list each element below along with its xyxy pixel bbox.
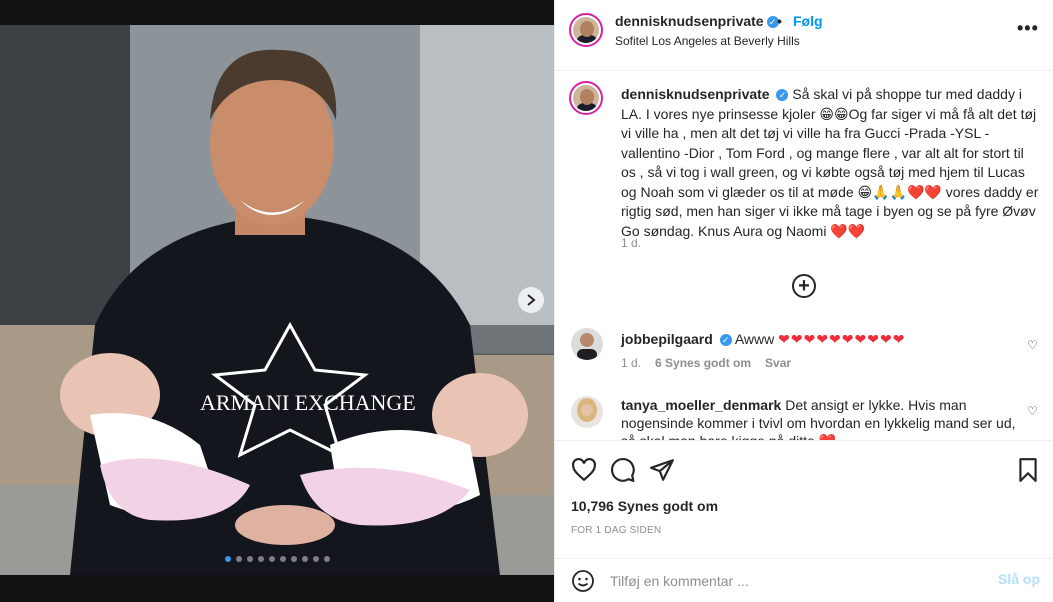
comment-time[interactable]: 1 d. bbox=[621, 356, 641, 370]
carousel-dot[interactable] bbox=[235, 556, 242, 562]
carousel-dot[interactable] bbox=[279, 556, 286, 562]
comment-bubble-icon[interactable] bbox=[610, 457, 636, 483]
next-photo-button[interactable] bbox=[518, 287, 544, 313]
share-paper-plane-icon[interactable] bbox=[649, 457, 675, 483]
follow-button[interactable]: Følg bbox=[793, 13, 823, 29]
emoji-smiley-icon[interactable] bbox=[571, 569, 595, 593]
carousel-dot[interactable] bbox=[257, 556, 264, 562]
media-letterbox-bottom bbox=[0, 575, 554, 602]
caption-avatar[interactable] bbox=[569, 81, 603, 115]
post-sidebar: dennisknudsenprivate ✓ • Følg Sofitel Los… bbox=[554, 0, 1053, 602]
commenter-avatar[interactable] bbox=[571, 396, 603, 428]
media-letterbox-top bbox=[0, 0, 554, 25]
author-username[interactable]: dennisknudsenprivate ✓ bbox=[615, 13, 779, 29]
carousel-dot[interactable] bbox=[224, 556, 231, 562]
avatar-image bbox=[571, 328, 603, 360]
comment-text: Awww bbox=[734, 331, 775, 347]
comment-username[interactable]: jobbepilgaard bbox=[621, 331, 713, 347]
reply-button[interactable]: Svar bbox=[765, 356, 791, 370]
save-bookmark-icon[interactable] bbox=[1015, 457, 1041, 483]
caption: dennisknudsenprivate ✓ Så skal vi på sho… bbox=[621, 85, 1041, 241]
action-bar: 10,796 Synes godt om FOR 1 DAG SIDEN bbox=[555, 440, 1053, 558]
carousel-dot[interactable] bbox=[301, 556, 308, 562]
author-avatar[interactable] bbox=[569, 13, 603, 47]
like-heart-icon[interactable] bbox=[571, 457, 597, 483]
comment-username[interactable]: tanya_moeller_denmark bbox=[621, 397, 781, 413]
post-photo[interactable]: ARMANI EXCHANGE bbox=[0, 25, 554, 575]
plus-icon: + bbox=[798, 275, 810, 297]
comments-section: dennisknudsenprivate ✓ Så skal vi på sho… bbox=[555, 72, 1053, 440]
caption-username[interactable]: dennisknudsenprivate bbox=[621, 86, 770, 102]
chevron-right-icon bbox=[527, 294, 536, 306]
post-timestamp[interactable]: FOR 1 DAG SIDEN bbox=[571, 525, 661, 536]
add-comment-bar: Slå op bbox=[555, 558, 1053, 602]
carousel-dot[interactable] bbox=[323, 556, 330, 562]
commenter-avatar[interactable] bbox=[571, 328, 603, 360]
comment-likes[interactable]: 6 Synes godt om bbox=[655, 356, 751, 370]
more-options-icon[interactable]: ••• bbox=[1017, 18, 1039, 39]
header-separator: • bbox=[777, 13, 782, 29]
comment-input[interactable] bbox=[610, 570, 970, 592]
verified-icon: ✓ bbox=[719, 334, 732, 347]
photo-illustration: ARMANI EXCHANGE bbox=[0, 25, 554, 575]
load-more-comments-button[interactable]: + bbox=[792, 274, 816, 298]
comment-hearts: ❤❤❤❤❤❤❤❤❤❤ bbox=[778, 331, 906, 347]
instagram-post: ARMANI EXCHANGE dennisknudsenprivate ✓ •… bbox=[0, 0, 1053, 602]
post-comment-button[interactable]: Slå op bbox=[998, 571, 1040, 587]
comment-body: jobbepilgaard ✓ Awww ❤❤❤❤❤❤❤❤❤❤ bbox=[621, 330, 1031, 348]
like-comment-icon[interactable]: ♡ bbox=[1027, 338, 1038, 352]
caption-time[interactable]: 1 d. bbox=[621, 236, 641, 250]
like-comment-icon[interactable]: ♡ bbox=[1027, 404, 1038, 418]
carousel-dot[interactable] bbox=[290, 556, 297, 562]
carousel-dot[interactable] bbox=[246, 556, 253, 562]
carousel-dots bbox=[0, 556, 554, 562]
like-count[interactable]: 10,796 Synes godt om bbox=[571, 498, 718, 514]
post-media: ARMANI EXCHANGE bbox=[0, 0, 554, 602]
comment-body: tanya_moeller_denmark Det ansigt er lykk… bbox=[621, 396, 1031, 440]
comment-meta: 1 d. 6 Synes godt om Svar bbox=[621, 356, 791, 370]
avatar-image bbox=[571, 396, 603, 428]
svg-text:ARMANI EXCHANGE: ARMANI EXCHANGE bbox=[200, 390, 416, 415]
carousel-dot[interactable] bbox=[268, 556, 275, 562]
caption-text: Så skal vi på shoppe tur med daddy i LA.… bbox=[621, 86, 1039, 239]
verified-icon: ✓ bbox=[776, 89, 789, 102]
author-username-text[interactable]: dennisknudsenprivate bbox=[615, 13, 764, 29]
post-header: dennisknudsenprivate ✓ • Følg Sofitel Los… bbox=[555, 0, 1053, 71]
location-link[interactable]: Sofitel Los Angeles at Beverly Hills bbox=[615, 34, 800, 48]
carousel-dot[interactable] bbox=[312, 556, 319, 562]
